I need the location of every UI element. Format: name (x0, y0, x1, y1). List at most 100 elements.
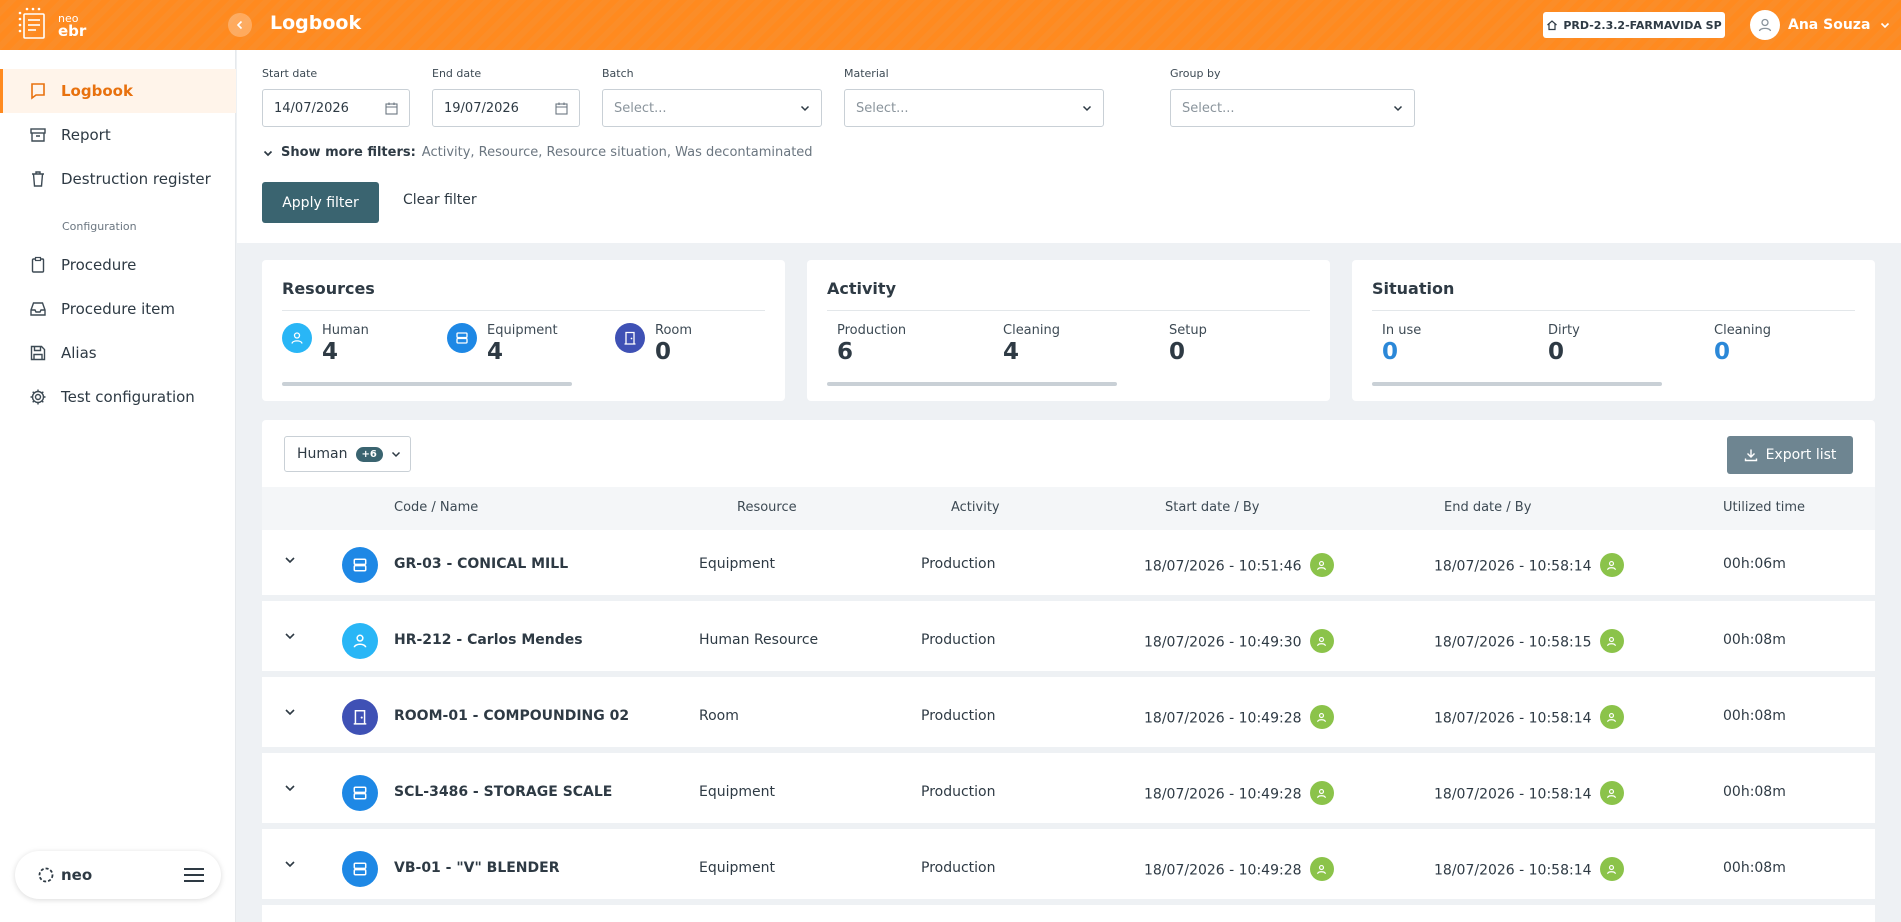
book-icon (31, 83, 45, 100)
stat-label: Setup (1169, 323, 1207, 338)
server-icon (342, 547, 378, 583)
stat-human: Human 4 (322, 323, 369, 365)
row-activity: Production (921, 632, 996, 648)
expand-row-icon[interactable] (284, 554, 296, 566)
environment-badge[interactable]: PRD-2.3.2-FARMAVIDA SP (1543, 12, 1725, 38)
apply-filter-button[interactable]: Apply filter (262, 182, 379, 223)
user-icon[interactable] (1309, 705, 1334, 729)
stat-equipment: Equipment 4 (487, 323, 558, 365)
server-icon (447, 323, 477, 353)
collapse-sidebar-button[interactable] (228, 13, 252, 37)
row-end-date: 18/07/2026 - 10:58:14 (1434, 862, 1592, 879)
user-icon[interactable] (1309, 857, 1334, 881)
table-row[interactable]: SCL-3486 - STORAGE SCALE Equipment Produ… (262, 758, 1875, 829)
expand-row-icon[interactable] (284, 782, 296, 794)
sidebar-item-procedure[interactable]: Procedure (0, 243, 236, 287)
material-select[interactable]: Select... (844, 89, 1104, 127)
table-row[interactable]: VB-01 - "V" BLENDER Equipment Production… (262, 834, 1875, 905)
user-menu[interactable]: Ana Souza (1750, 10, 1890, 40)
batch-select[interactable]: Select... (602, 89, 822, 127)
door-icon (615, 323, 645, 353)
resource-type-select[interactable]: Human +6 (284, 436, 411, 472)
row-resource: Room (699, 708, 739, 724)
divider (827, 310, 1310, 311)
stat-situation-cleaning: Cleaning 0 (1714, 323, 1771, 365)
logo-mark-icon (16, 7, 52, 43)
show-more-filters-toggle[interactable]: Show more filters: Activity, Resource, R… (263, 145, 813, 160)
user-icon[interactable] (1599, 553, 1624, 577)
expand-row-icon[interactable] (284, 858, 296, 870)
row-activity: Production (921, 784, 996, 800)
stat-value: 0 (655, 339, 672, 365)
stat-label: Human (322, 323, 369, 338)
user-icon[interactable] (1599, 705, 1624, 729)
row-utilized-time: 00h:06m (1723, 556, 1786, 572)
column-header-utilized-time[interactable]: Utilized time (1723, 500, 1805, 515)
column-header-activity[interactable]: Activity (951, 500, 1000, 515)
start-date-field[interactable]: 14/07/2026 (262, 89, 410, 127)
stat-value: 4 (322, 339, 339, 365)
chevron-down-icon (391, 451, 400, 458)
user-icon[interactable] (1599, 629, 1624, 653)
stat-label: Production (837, 323, 907, 338)
row-resource: Equipment (699, 860, 775, 876)
column-header-code[interactable]: Code / Name (394, 500, 478, 515)
row-code-name: SCL-3486 - STORAGE SCALE (394, 784, 613, 800)
server-icon (342, 851, 378, 887)
stat-value: 0 (1382, 339, 1399, 365)
row-start-date: 18/07/2026 - 10:49:28 (1144, 862, 1302, 879)
sidebar-item-logbook[interactable]: Logbook (0, 69, 236, 113)
row-end: 18/07/2026 - 10:58:14 (1434, 857, 1624, 881)
sidebar-item-label: Procedure (61, 256, 137, 274)
row-resource: Human Resource (699, 632, 819, 648)
sidebar: Logbook Report Destruction register Conf… (0, 50, 236, 922)
group-by-placeholder: Select... (1182, 100, 1235, 116)
chevron-down-icon (263, 150, 273, 156)
card-title: Activity (827, 279, 896, 298)
user-icon[interactable] (1599, 857, 1624, 881)
user-icon[interactable] (1309, 553, 1334, 577)
stat-value: 6 (837, 339, 854, 365)
row-resource: Equipment (699, 784, 775, 800)
user-icon[interactable] (1309, 629, 1334, 653)
stat-label: Cleaning (1003, 323, 1060, 338)
row-code-name: VB-01 - "V" BLENDER (394, 860, 560, 876)
column-header-start[interactable]: Start date / By (1165, 500, 1259, 515)
sidebar-footer: neo (15, 851, 221, 899)
sidebar-item-report[interactable]: Report (0, 113, 236, 157)
stat-value: 0 (1548, 339, 1565, 365)
expand-row-icon[interactable] (284, 630, 296, 642)
more-filters-list: Activity, Resource, Resource situation, … (421, 145, 813, 160)
table-row[interactable]: HR-212 - Carlos Mendes Human Resource Pr… (262, 606, 1875, 677)
sidebar-item-procedure-item[interactable]: Procedure item (0, 287, 236, 331)
group-by-select[interactable]: Select... (1170, 89, 1415, 127)
calendar-icon (555, 102, 568, 115)
end-date-field[interactable]: 19/07/2026 (432, 89, 580, 127)
expand-row-icon[interactable] (284, 706, 296, 718)
app-logo[interactable]: neo ebr (16, 6, 106, 44)
gear-icon (30, 389, 46, 405)
user-icon[interactable] (1309, 781, 1334, 805)
footer-brand-label: neo (61, 866, 93, 884)
end-date-value: 19/07/2026 (444, 100, 519, 116)
user-icon[interactable] (1599, 781, 1624, 805)
clear-filter-button[interactable]: Clear filter (403, 192, 477, 208)
clipboard-icon (31, 256, 45, 273)
row-utilized-time: 00h:08m (1723, 860, 1786, 876)
chevron-down-icon (800, 105, 810, 112)
divider (282, 310, 765, 311)
row-start-date: 18/07/2026 - 10:49:28 (1144, 786, 1302, 803)
sidebar-item-destruction-register[interactable]: Destruction register (0, 157, 236, 201)
column-header-end[interactable]: End date / By (1444, 500, 1531, 515)
table-row[interactable]: ROOM-01 - COMPOUNDING 02 Room Production… (262, 682, 1875, 753)
export-list-button[interactable]: Export list (1727, 436, 1853, 474)
sidebar-item-alias[interactable]: Alias (0, 331, 236, 375)
calendar-icon (385, 102, 398, 115)
sidebar-item-test-configuration[interactable]: Test configuration (0, 375, 236, 419)
table-row[interactable] (262, 910, 1875, 922)
hamburger-menu-icon[interactable] (183, 867, 205, 883)
table-row[interactable]: GR-03 - CONICAL MILL Equipment Productio… (262, 530, 1875, 601)
group-by-label: Group by (1170, 67, 1221, 80)
user-icon (1758, 18, 1772, 32)
column-header-resource[interactable]: Resource (737, 500, 797, 515)
